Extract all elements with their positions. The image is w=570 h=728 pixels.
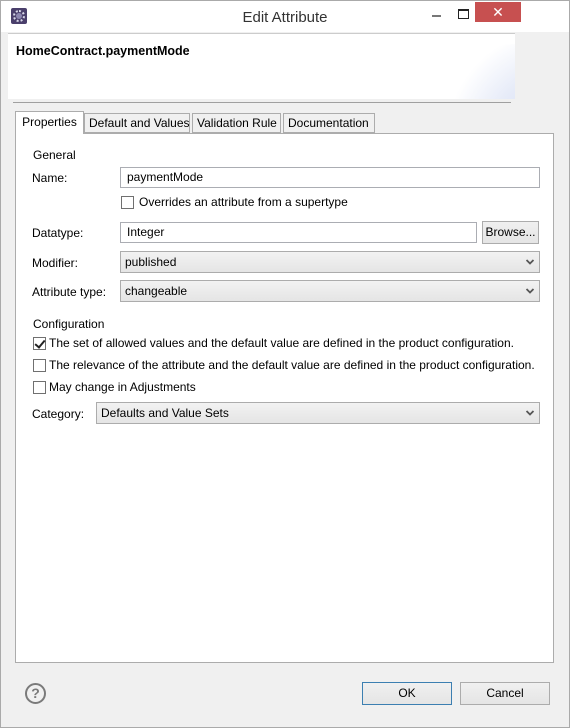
- allowed-values-label: The set of allowed values and the defaul…: [49, 336, 514, 350]
- relevance-label: The relevance of the attribute and the d…: [49, 358, 535, 372]
- adjustments-label: May change in Adjustments: [49, 380, 196, 394]
- category-label: Category:: [32, 407, 85, 421]
- chevron-down-icon: [526, 288, 534, 294]
- browse-button[interactable]: Browse...: [482, 221, 539, 244]
- minimize-button[interactable]: [426, 3, 448, 23]
- help-icon[interactable]: ?: [25, 683, 46, 704]
- overrides-label: Overrides an attribute from a supertype: [139, 195, 348, 209]
- chevron-down-icon: [526, 259, 534, 265]
- ok-button[interactable]: OK: [362, 682, 452, 705]
- datatype-input[interactable]: Integer: [120, 222, 477, 243]
- edit-attribute-dialog: Edit Attribute ✕ HomeContract.paymentMod…: [0, 0, 570, 728]
- tab-documentation[interactable]: Documentation: [283, 113, 375, 133]
- attribute-title: HomeContract.paymentMode: [16, 44, 190, 58]
- header-separator: [13, 102, 511, 103]
- datatype-label: Datatype:: [32, 226, 84, 240]
- attribute-type-label: Attribute type:: [32, 285, 107, 299]
- attribute-type-select[interactable]: changeable: [120, 280, 540, 302]
- tab-validation-rule[interactable]: Validation Rule: [192, 113, 281, 133]
- title-bar: Edit Attribute ✕: [1, 1, 569, 32]
- close-icon: ✕: [492, 4, 504, 20]
- tab-properties[interactable]: Properties: [15, 111, 84, 134]
- general-section-label: General: [33, 148, 76, 162]
- adjustments-checkbox[interactable]: [33, 381, 46, 394]
- header-decoration: [445, 44, 515, 99]
- name-input[interactable]: paymentMode: [120, 167, 540, 188]
- modifier-label: Modifier:: [32, 256, 79, 270]
- tab-default-and-values[interactable]: Default and Values: [84, 113, 190, 133]
- properties-panel: General Name: paymentMode Overrides an a…: [15, 133, 554, 663]
- cancel-button[interactable]: Cancel: [460, 682, 550, 705]
- name-label: Name:: [32, 171, 68, 185]
- relevance-checkbox[interactable]: [33, 359, 46, 372]
- category-select[interactable]: Defaults and Value Sets: [96, 402, 540, 424]
- attribute-type-value: changeable: [125, 284, 188, 298]
- category-value: Defaults and Value Sets: [101, 406, 229, 420]
- overrides-checkbox[interactable]: [121, 196, 134, 209]
- dialog-header: HomeContract.paymentMode: [8, 33, 515, 99]
- allowed-values-checkbox[interactable]: [33, 337, 46, 350]
- close-button[interactable]: ✕: [475, 2, 521, 22]
- chevron-down-icon: [526, 410, 534, 416]
- modifier-select[interactable]: published: [120, 251, 540, 273]
- modifier-value: published: [125, 255, 177, 269]
- configuration-section-label: Configuration: [33, 317, 105, 331]
